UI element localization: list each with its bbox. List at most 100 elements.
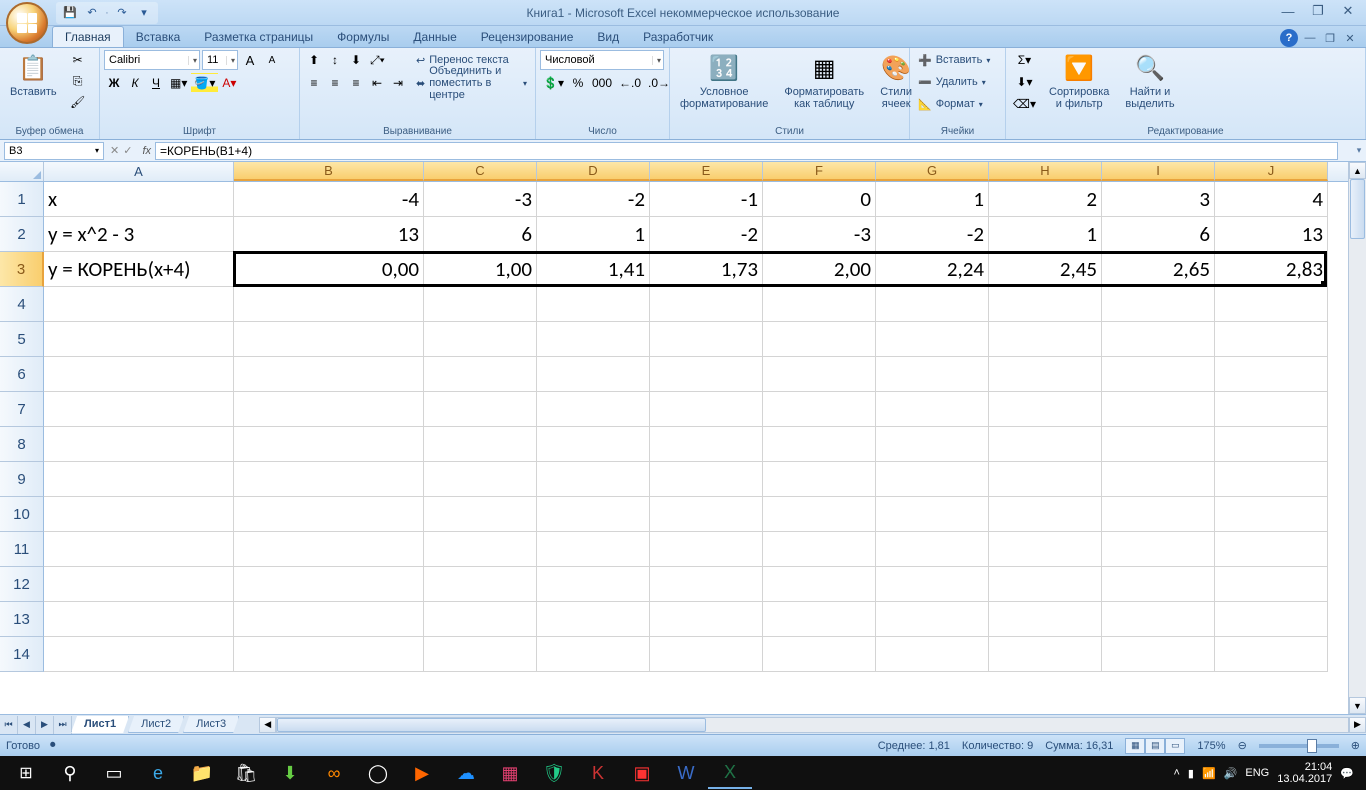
word-icon[interactable]: W <box>664 757 708 789</box>
cell-F8[interactable] <box>763 427 876 462</box>
cell-C6[interactable] <box>424 357 537 392</box>
col-header-G[interactable]: G <box>876 162 989 181</box>
zoom-slider[interactable] <box>1259 744 1339 748</box>
col-header-D[interactable]: D <box>537 162 650 181</box>
search-icon[interactable]: ⚲ <box>48 757 92 789</box>
font-color-icon[interactable]: A▾ <box>219 73 239 93</box>
tray-network-icon[interactable]: 📶 <box>1202 767 1216 780</box>
cell-E7[interactable] <box>650 392 763 427</box>
comma-icon[interactable]: 000 <box>589 73 615 93</box>
cell-J3[interactable]: 2,83 <box>1215 252 1328 287</box>
cell-B13[interactable] <box>234 602 424 637</box>
office-button[interactable] <box>6 2 48 44</box>
cell-H5[interactable] <box>989 322 1102 357</box>
cell-E5[interactable] <box>650 322 763 357</box>
zoom-in-icon[interactable]: ⊕ <box>1351 739 1360 752</box>
cell-G5[interactable] <box>876 322 989 357</box>
cell-H9[interactable] <box>989 462 1102 497</box>
cell-B6[interactable] <box>234 357 424 392</box>
cell-A10[interactable] <box>44 497 234 532</box>
cell-E11[interactable] <box>650 532 763 567</box>
decrease-decimal-icon[interactable]: .0→ <box>645 73 673 93</box>
shrink-font-icon[interactable]: A <box>262 50 282 70</box>
sheet-tab-3[interactable]: Лист3 <box>183 716 239 733</box>
cell-G11[interactable] <box>876 532 989 567</box>
cell-I13[interactable] <box>1102 602 1215 637</box>
minimize-button[interactable]: — <box>1274 2 1302 20</box>
cell-I1[interactable]: 3 <box>1102 182 1215 217</box>
tab-insert[interactable]: Вставка <box>124 27 193 47</box>
cell-I3[interactable]: 2,65 <box>1102 252 1215 287</box>
underline-button[interactable]: Ч <box>146 73 166 93</box>
cell-J9[interactable] <box>1215 462 1328 497</box>
undo-icon[interactable]: ↶ <box>82 4 102 22</box>
cell-H13[interactable] <box>989 602 1102 637</box>
cell-J4[interactable] <box>1215 287 1328 322</box>
cell-I14[interactable] <box>1102 637 1215 672</box>
cell-D2[interactable]: 1 <box>537 217 650 252</box>
prev-sheet-icon[interactable]: ◀ <box>18 716 36 734</box>
cell-A5[interactable] <box>44 322 234 357</box>
cell-J7[interactable] <box>1215 392 1328 427</box>
merge-center-button[interactable]: ⬌Объединить и поместить в центре▾ <box>412 73 531 93</box>
orientation-icon[interactable]: ⤢▾ <box>367 50 388 70</box>
last-sheet-icon[interactable]: ⏭ <box>54 716 72 734</box>
scroll-right-icon[interactable]: ▶ <box>1349 717 1366 733</box>
row-header-13[interactable]: 13 <box>0 602 44 637</box>
cell-B4[interactable] <box>234 287 424 322</box>
align-bottom-icon[interactable]: ⬇ <box>346 50 366 70</box>
first-sheet-icon[interactable]: ⏮ <box>0 716 18 734</box>
cell-C10[interactable] <box>424 497 537 532</box>
cell-B3[interactable]: 0,00 <box>234 252 424 287</box>
cell-C14[interactable] <box>424 637 537 672</box>
sheet-tab-2[interactable]: Лист2 <box>128 716 184 733</box>
cell-A1[interactable]: x <box>44 182 234 217</box>
cell-D7[interactable] <box>537 392 650 427</box>
macro-record-icon[interactable]: ⏺ <box>50 739 56 752</box>
cell-F2[interactable]: -3 <box>763 217 876 252</box>
store-icon[interactable]: 🛍 <box>224 757 268 789</box>
app-icon-1[interactable]: ⬇ <box>268 757 312 789</box>
row-header-1[interactable]: 1 <box>0 182 44 217</box>
cell-G4[interactable] <box>876 287 989 322</box>
app-icon-3[interactable]: ▶ <box>400 757 444 789</box>
border-icon[interactable]: ▦▾ <box>167 73 190 93</box>
cancel-formula-icon[interactable]: ✕ <box>110 144 119 157</box>
format-cells-button[interactable]: 📐Формат▾ <box>914 94 987 114</box>
cell-G14[interactable] <box>876 637 989 672</box>
cell-F5[interactable] <box>763 322 876 357</box>
cell-H12[interactable] <box>989 567 1102 602</box>
cell-G1[interactable]: 1 <box>876 182 989 217</box>
decrease-indent-icon[interactable]: ⇤ <box>367 73 387 93</box>
cell-D5[interactable] <box>537 322 650 357</box>
cell-H4[interactable] <box>989 287 1102 322</box>
row-header-10[interactable]: 10 <box>0 497 44 532</box>
chrome-icon[interactable]: ◯ <box>356 757 400 789</box>
align-left-icon[interactable]: ≡ <box>304 73 324 93</box>
cell-I8[interactable] <box>1102 427 1215 462</box>
col-header-E[interactable]: E <box>650 162 763 181</box>
tab-formulas[interactable]: Формулы <box>325 27 401 47</box>
cell-A9[interactable] <box>44 462 234 497</box>
row-header-3[interactable]: 3 <box>0 252 44 287</box>
format-as-table-button[interactable]: ▦Форматировать как таблицу <box>778 50 870 112</box>
cell-C2[interactable]: 6 <box>424 217 537 252</box>
cell-C5[interactable] <box>424 322 537 357</box>
cell-A8[interactable] <box>44 427 234 462</box>
cell-G13[interactable] <box>876 602 989 637</box>
cell-A4[interactable] <box>44 287 234 322</box>
app-icon-7[interactable]: K <box>576 757 620 789</box>
cell-F14[interactable] <box>763 637 876 672</box>
view-pagebreak-icon[interactable]: ▭ <box>1165 738 1185 754</box>
cell-E10[interactable] <box>650 497 763 532</box>
cell-I6[interactable] <box>1102 357 1215 392</box>
cell-I11[interactable] <box>1102 532 1215 567</box>
align-middle-icon[interactable]: ↕ <box>325 50 345 70</box>
format-painter-icon[interactable]: 🖌 <box>67 92 89 112</box>
cell-E4[interactable] <box>650 287 763 322</box>
close-button[interactable]: ✕ <box>1334 2 1362 20</box>
edge-icon[interactable]: e <box>136 757 180 789</box>
cell-D11[interactable] <box>537 532 650 567</box>
cell-C8[interactable] <box>424 427 537 462</box>
cell-F4[interactable] <box>763 287 876 322</box>
